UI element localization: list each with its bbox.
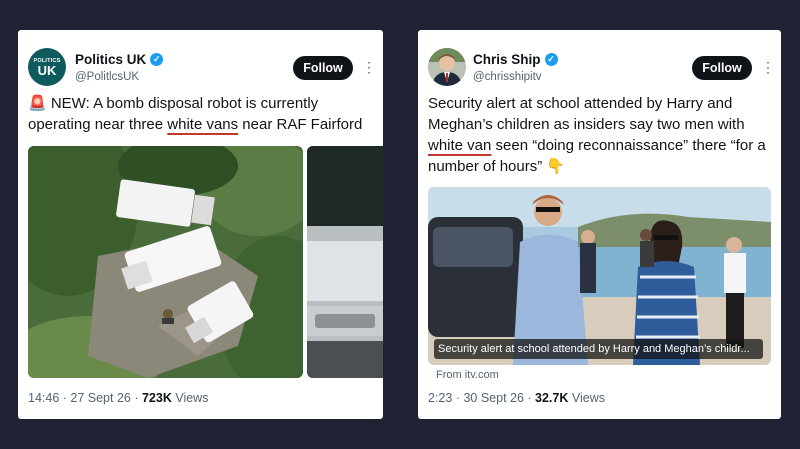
tweet-card-chris-ship[interactable]: Chris Ship ✓ @chrisshipitv Follow ⋮ Secu… <box>418 30 781 419</box>
tweet-text-part: Security alert at school attended by Har… <box>428 95 745 133</box>
link-card-image[interactable]: Security alert at school attended by Har… <box>428 187 771 365</box>
tweet-time[interactable]: 2:23 <box>428 391 452 405</box>
views-count: 723K <box>141 391 172 405</box>
more-options-icon[interactable]: ⋮ <box>362 58 376 76</box>
tweet-text-underlined: white van <box>428 137 492 154</box>
display-name[interactable]: Chris Ship ✓ <box>473 52 558 67</box>
tweet-meta: 2:23 · 30 Sept 26 · 32.7K Views <box>428 391 605 405</box>
verified-badge-icon: ✓ <box>544 53 558 66</box>
verified-badge-icon: ✓ <box>150 53 164 66</box>
tweet-text: 🚨 NEW: A bomb disposal robot is currentl… <box>28 93 373 135</box>
avatar-portrait <box>428 48 466 86</box>
user-handle[interactable]: @chrisshipitv <box>473 71 542 83</box>
avatar[interactable]: POLITICS UK <box>28 48 66 86</box>
media-caption: Security alert at school attended by Har… <box>434 339 763 359</box>
user-handle[interactable]: @PolitlcsUK <box>75 71 139 83</box>
display-name-text: Chris Ship <box>473 52 541 67</box>
more-options-icon[interactable]: ⋮ <box>761 58 775 76</box>
follow-button[interactable]: Follow <box>293 56 353 80</box>
display-name[interactable]: Politics UK ✓ <box>75 52 164 67</box>
tweet-date[interactable]: 30 Sept 26 <box>463 391 523 405</box>
tweet-text-underlined: white vans <box>167 116 239 133</box>
tweet-card-politics-uk[interactable]: POLITICS UK Politics UK ✓ @PolitlcsUK Fo… <box>18 30 383 419</box>
tweet-image-van-closeup[interactable] <box>307 146 383 378</box>
tweet-text-part: near RAF Fairford <box>238 116 363 133</box>
views-count: 32.7K <box>535 391 569 405</box>
tweet-date[interactable]: 27 Sept 26 <box>70 391 130 405</box>
tweet-image-aerial[interactable] <box>28 146 303 378</box>
views-label: Views <box>571 391 605 405</box>
link-source[interactable]: From itv.com <box>436 369 499 381</box>
tweet-time[interactable]: 14:46 <box>28 391 59 405</box>
follow-button[interactable]: Follow <box>692 56 752 80</box>
avatar-text-big: UK <box>37 62 57 78</box>
van-photo <box>307 146 383 378</box>
tweet-meta: 14:46 · 27 Sept 26 · 723K Views <box>28 391 209 405</box>
aerial-photo <box>28 146 303 378</box>
views-label: Views <box>175 391 209 405</box>
tweet-text: Security alert at school attended by Har… <box>428 93 773 177</box>
display-name-text: Politics UK <box>75 52 147 67</box>
avatar[interactable] <box>428 48 466 86</box>
